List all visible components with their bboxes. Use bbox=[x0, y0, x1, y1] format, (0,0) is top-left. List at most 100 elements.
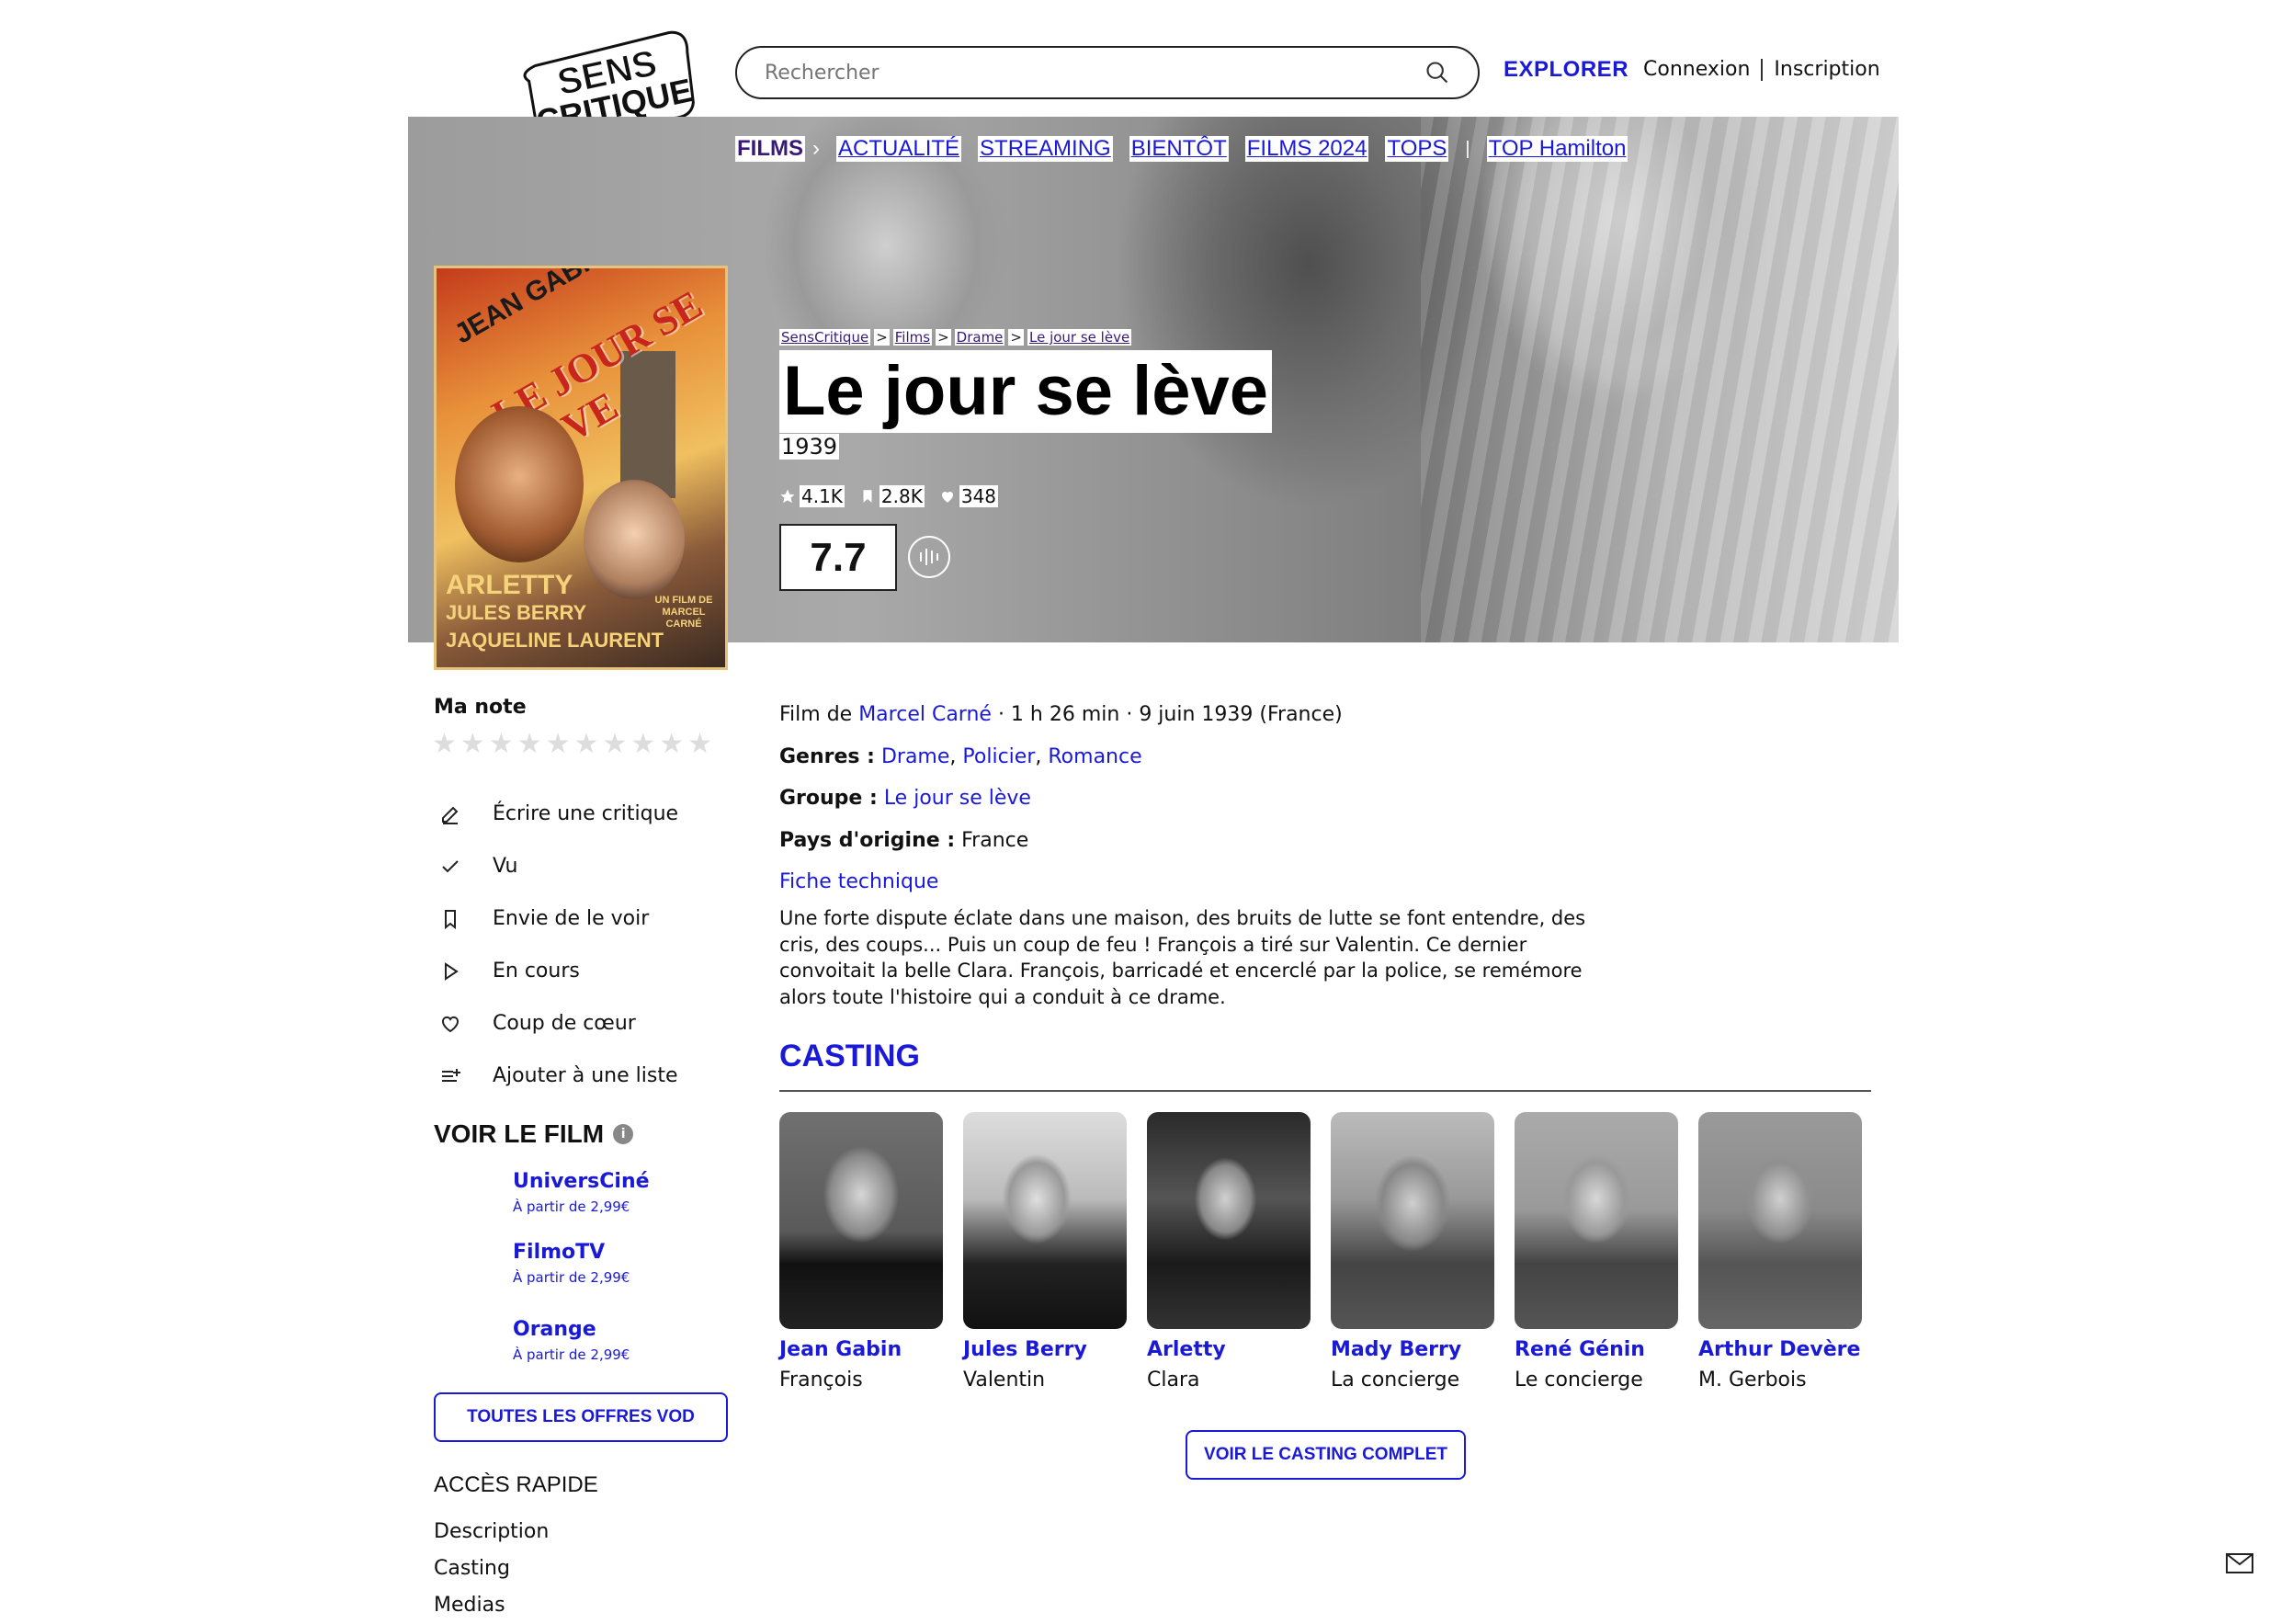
nav-films[interactable]: FILMS bbox=[735, 136, 805, 162]
cast-name[interactable]: René Génin bbox=[1515, 1338, 1678, 1361]
breadcrumb-films[interactable]: Films bbox=[892, 329, 933, 346]
breadcrumb-current[interactable]: Le jour se lève bbox=[1027, 329, 1132, 346]
film-stats: 4.1K 2.8K 348 bbox=[779, 485, 999, 507]
star-icon bbox=[780, 489, 795, 504]
provider-name[interactable]: FilmoTV bbox=[513, 1241, 630, 1264]
country-line: Pays d'origine : France bbox=[779, 820, 1343, 862]
cast-name[interactable]: Arthur Devère bbox=[1698, 1338, 1862, 1361]
provider-item[interactable]: FilmoTV À partir de 2,99€ bbox=[513, 1241, 630, 1286]
nav-bientot[interactable]: BIENTÔT bbox=[1129, 136, 1229, 162]
poster-cast-1: ARLETTY bbox=[446, 570, 573, 600]
pencil-icon bbox=[442, 806, 459, 824]
cast-photo[interactable] bbox=[1147, 1112, 1311, 1329]
country-value: France bbox=[961, 828, 1029, 852]
cast-name[interactable]: Jean Gabin bbox=[779, 1338, 943, 1361]
film-details: Film de Marcel Carné · 1 h 26 min · 9 ju… bbox=[779, 694, 1343, 903]
play-icon bbox=[445, 961, 459, 981]
cast-card[interactable]: Arthur Devère M. Gerbois bbox=[1698, 1112, 1862, 1391]
star-icon[interactable]: ★ bbox=[630, 731, 655, 758]
check-icon bbox=[442, 859, 459, 872]
cast-photo[interactable] bbox=[1331, 1112, 1494, 1329]
my-rating-label: Ma note bbox=[434, 696, 527, 719]
quick-access-title: ACCÈS RAPIDE bbox=[434, 1472, 598, 1497]
provider-name[interactable]: UniversCiné bbox=[513, 1170, 650, 1193]
star-icon[interactable]: ★ bbox=[546, 731, 571, 758]
cast-role: François bbox=[779, 1368, 863, 1391]
signup-link[interactable]: Inscription bbox=[1774, 58, 1879, 81]
nav-actualite[interactable]: ACTUALITÉ bbox=[836, 136, 962, 162]
favorite-action[interactable]: Coup de cœur bbox=[439, 997, 678, 1050]
cast-card[interactable]: Jules Berry Valentin bbox=[963, 1112, 1127, 1391]
genre-link[interactable]: Romance bbox=[1048, 745, 1141, 768]
full-casting-button[interactable]: VOIR LE CASTING COMPLET bbox=[1186, 1430, 1466, 1480]
search-bar[interactable] bbox=[735, 46, 1480, 99]
star-icon[interactable]: ★ bbox=[460, 731, 485, 758]
tech-sheet-link[interactable]: Fiche technique bbox=[779, 870, 938, 893]
country-label: Pays d'origine : bbox=[779, 828, 956, 852]
film-actions: Écrire une critique Vu Envie de le voir … bbox=[439, 788, 678, 1102]
quick-access-list: Description Casting Medias bbox=[434, 1514, 549, 1624]
star-icon[interactable]: ★ bbox=[687, 731, 712, 758]
quick-link-description[interactable]: Description bbox=[434, 1514, 549, 1550]
cast-photo[interactable] bbox=[779, 1112, 943, 1329]
nav-top-hamilton[interactable]: TOP Hamilton bbox=[1486, 136, 1628, 162]
nav-tops[interactable]: TOPS bbox=[1385, 136, 1449, 162]
group-link[interactable]: Le jour se lève bbox=[884, 787, 1031, 810]
provider-item[interactable]: Orange À partir de 2,99€ bbox=[513, 1318, 630, 1363]
nav-streaming[interactable]: STREAMING bbox=[978, 136, 1113, 162]
quick-link-casting[interactable]: Casting bbox=[434, 1550, 549, 1587]
add-to-list-action[interactable]: Ajouter à une liste bbox=[439, 1050, 678, 1102]
cast-name[interactable]: Jules Berry bbox=[963, 1338, 1127, 1361]
director-link[interactable]: Marcel Carné bbox=[858, 703, 992, 726]
poster-director: UN FILM DE MARCEL CARNÉ bbox=[654, 595, 713, 630]
breadcrumb-home[interactable]: SensCritique bbox=[779, 329, 871, 346]
in-progress-action[interactable]: En cours bbox=[439, 945, 678, 997]
genre-link[interactable]: Drame bbox=[881, 745, 949, 768]
search-input[interactable] bbox=[765, 61, 1424, 85]
group-label: Groupe : bbox=[779, 787, 878, 810]
star-icon[interactable]: ★ bbox=[432, 731, 457, 758]
mail-icon[interactable] bbox=[2226, 1553, 2253, 1573]
my-rating-stars[interactable]: ★ ★ ★ ★ ★ ★ ★ ★ ★ ★ bbox=[432, 731, 712, 758]
nav-films-2024[interactable]: FILMS 2024 bbox=[1244, 136, 1369, 162]
explorer-link[interactable]: EXPLORER bbox=[1504, 57, 1628, 83]
breadcrumb-genre[interactable]: Drame bbox=[954, 329, 1005, 346]
write-review-action[interactable]: Écrire une critique bbox=[439, 788, 678, 840]
provider-name[interactable]: Orange bbox=[513, 1318, 630, 1341]
login-link[interactable]: Connexion bbox=[1643, 58, 1750, 81]
seen-action[interactable]: Vu bbox=[439, 840, 678, 892]
all-vod-offers-button[interactable]: TOUTES LES OFFRES VOD bbox=[434, 1392, 728, 1442]
cast-role: Clara bbox=[1147, 1368, 1200, 1391]
average-score[interactable]: 7.7 bbox=[779, 524, 897, 591]
info-icon[interactable]: i bbox=[613, 1124, 634, 1144]
cast-photo[interactable] bbox=[1698, 1112, 1862, 1329]
search-icon[interactable] bbox=[1424, 60, 1450, 85]
star-icon[interactable]: ★ bbox=[659, 731, 684, 758]
wishlist-action[interactable]: Envie de le voir bbox=[439, 892, 678, 945]
cast-photo[interactable] bbox=[963, 1112, 1127, 1329]
film-poster[interactable]: JEAN GABIN LE JOUR SE LÈVE ARLETTY JULES… bbox=[434, 266, 728, 670]
cast-role: M. Gerbois bbox=[1698, 1368, 1807, 1391]
star-icon[interactable]: ★ bbox=[489, 731, 514, 758]
cast-photo[interactable] bbox=[1515, 1112, 1678, 1329]
quick-link-medias[interactable]: Medias bbox=[434, 1587, 549, 1624]
page-title: Le jour se lève bbox=[779, 350, 1273, 433]
divider bbox=[1761, 58, 1764, 81]
rating-distribution-icon[interactable] bbox=[908, 536, 950, 578]
star-icon[interactable]: ★ bbox=[574, 731, 599, 758]
cast-name[interactable]: Arletty bbox=[1147, 1338, 1311, 1361]
breadcrumb-sep: > bbox=[936, 329, 951, 346]
watch-film-title: VOIR LE FILM bbox=[434, 1119, 605, 1148]
cast-name[interactable]: Mady Berry bbox=[1331, 1338, 1494, 1361]
genre-link[interactable]: Policier bbox=[962, 745, 1035, 768]
bookmark-icon bbox=[863, 490, 872, 503]
divider bbox=[779, 1090, 1871, 1092]
star-icon[interactable]: ★ bbox=[517, 731, 542, 758]
cast-card[interactable]: Arletty Clara bbox=[1147, 1112, 1311, 1391]
cast-card[interactable]: Mady Berry La concierge bbox=[1331, 1112, 1494, 1391]
cast-card[interactable]: Jean Gabin François bbox=[779, 1112, 943, 1391]
cast-card[interactable]: René Génin Le concierge bbox=[1515, 1112, 1678, 1391]
star-icon[interactable]: ★ bbox=[602, 731, 627, 758]
provider-item[interactable]: UniversCiné À partir de 2,99€ bbox=[513, 1170, 650, 1215]
poster-cast-2: JULES BERRY bbox=[446, 601, 587, 624]
